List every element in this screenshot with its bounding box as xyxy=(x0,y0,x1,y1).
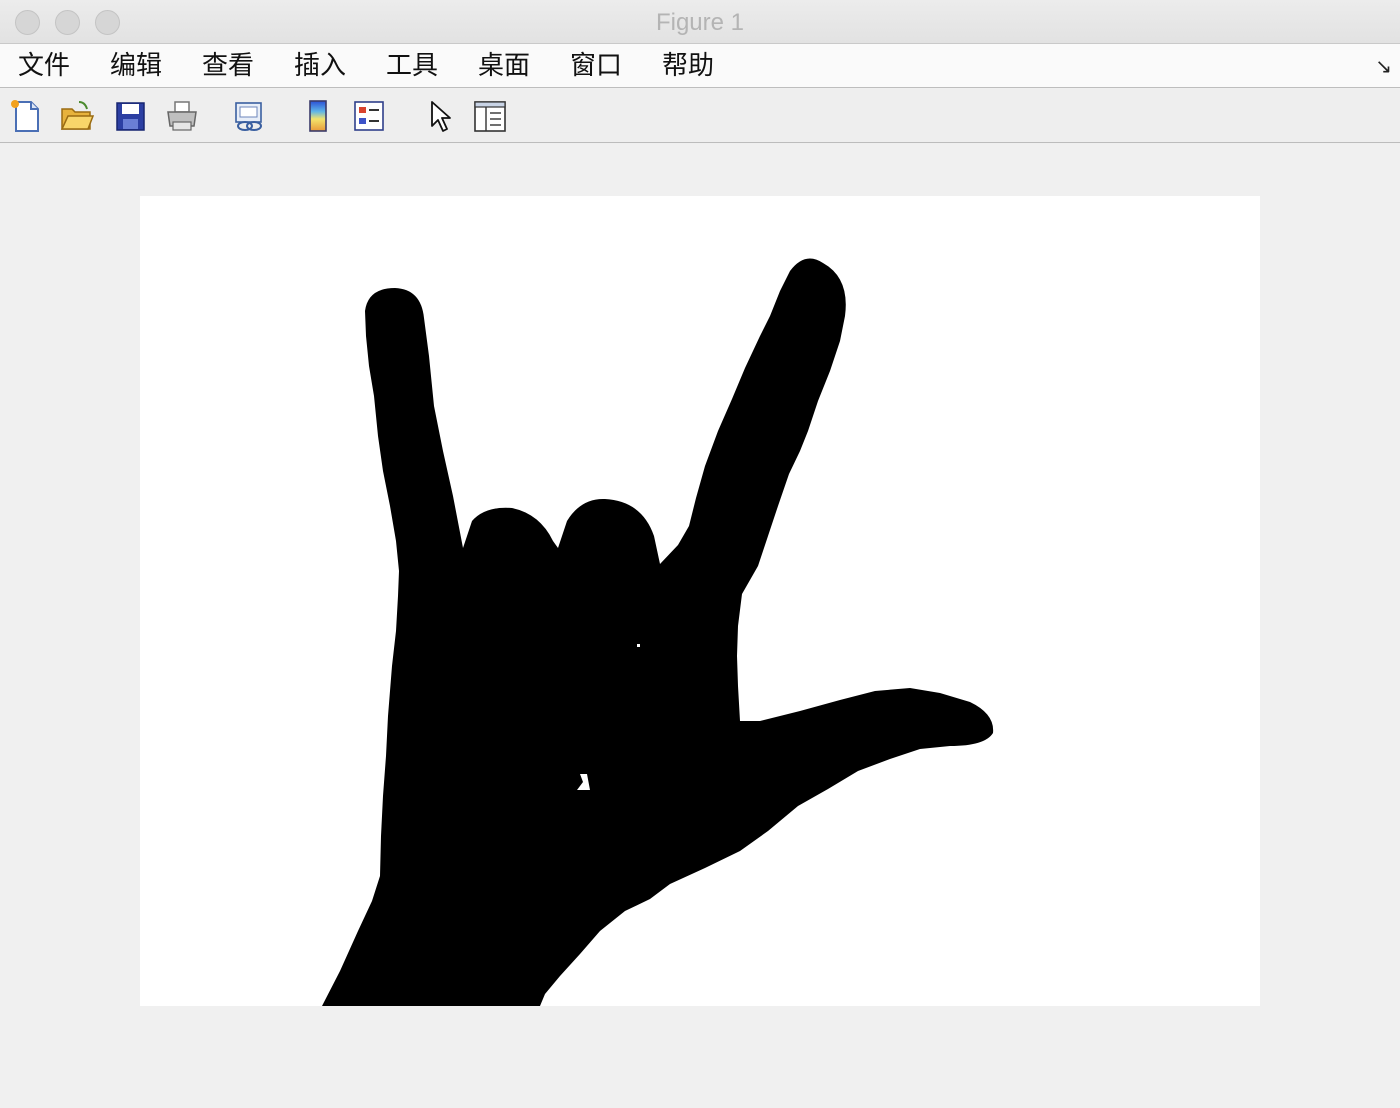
link-plot-button[interactable] xyxy=(231,98,267,134)
menu-help[interactable]: 帮助 xyxy=(662,50,714,82)
new-figure-button[interactable] xyxy=(8,98,44,134)
figure-window: Figure 1 文件 编辑 查看 插入 工具 桌面 窗口 帮助 ↘ xyxy=(0,0,1400,1108)
legend-icon xyxy=(354,101,384,131)
menu-edit[interactable]: 编辑 xyxy=(110,50,162,82)
menu-tools[interactable]: 工具 xyxy=(386,50,438,82)
property-inspector-button[interactable] xyxy=(472,98,508,134)
colorbar-button[interactable] xyxy=(300,98,336,134)
print-button[interactable] xyxy=(164,98,200,134)
menu-bar: 文件 编辑 查看 插入 工具 桌面 窗口 帮助 ↘ xyxy=(0,44,1400,88)
figure-canvas[interactable] xyxy=(0,144,1400,1108)
menu-window[interactable]: 窗口 xyxy=(570,50,622,82)
title-bar[interactable]: Figure 1 xyxy=(0,0,1400,44)
menu-file[interactable]: 文件 xyxy=(18,50,70,82)
chevron-overflow-icon[interactable]: ↘ xyxy=(1375,54,1392,78)
property-inspector-icon xyxy=(474,101,506,132)
image-axes[interactable] xyxy=(140,196,1260,1006)
save-button[interactable] xyxy=(112,98,148,134)
legend-button[interactable] xyxy=(351,98,387,134)
open-file-button[interactable] xyxy=(59,98,95,134)
link-plot-icon xyxy=(235,102,262,131)
figure-toolbar xyxy=(0,89,1400,143)
menu-insert[interactable]: 插入 xyxy=(294,50,346,82)
new-figure-icon xyxy=(11,100,39,132)
pointer-icon xyxy=(431,101,451,132)
binary-hand-image xyxy=(140,196,1260,1006)
menu-desktop[interactable]: 桌面 xyxy=(478,50,530,82)
menu-view[interactable]: 查看 xyxy=(202,50,254,82)
save-icon xyxy=(116,102,145,131)
window-title: Figure 1 xyxy=(655,9,745,36)
colorbar-icon xyxy=(309,100,327,132)
edit-plot-pointer-button[interactable] xyxy=(422,98,458,134)
print-icon xyxy=(167,101,197,131)
open-file-icon xyxy=(60,101,95,130)
